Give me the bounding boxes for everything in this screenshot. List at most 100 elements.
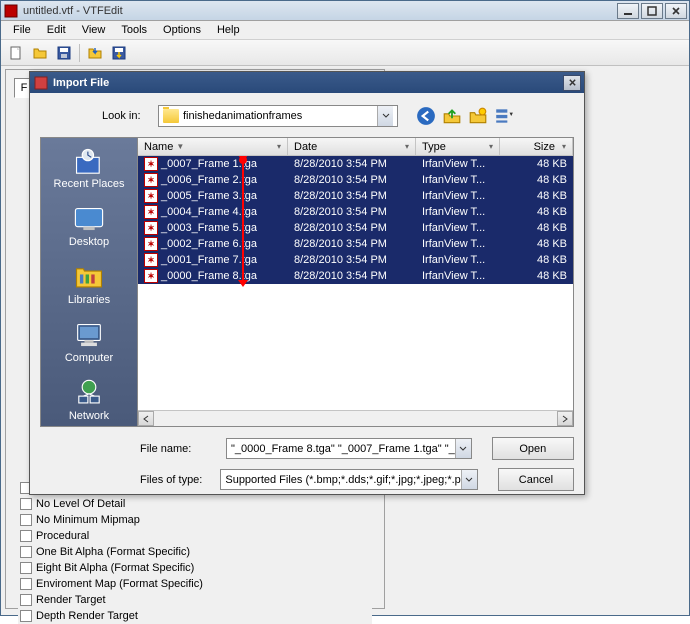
column-date[interactable]: Date ▾	[288, 138, 416, 155]
column-dropdown-icon[interactable]: ▾	[277, 142, 281, 151]
file-size: 48 KB	[500, 174, 573, 186]
checkbox-icon[interactable]	[20, 530, 32, 542]
file-date: 8/28/2010 3:54 PM	[288, 238, 416, 250]
menu-edit[interactable]: Edit	[39, 22, 74, 38]
filename-input[interactable]: "_0000_Frame 8.tga" "_0007_Frame 1.tga" …	[226, 438, 472, 459]
file-type: IrfanView T...	[416, 206, 500, 218]
window-title: untitled.vtf - VTFEdit	[23, 5, 617, 17]
libraries-icon	[72, 262, 106, 292]
file-row[interactable]: ✶_0002_Frame 6.tga8/28/2010 3:54 PMIrfan…	[138, 236, 573, 252]
column-name[interactable]: Name ▼ ▾	[138, 138, 288, 155]
chevron-down-icon[interactable]	[377, 106, 393, 126]
flag-option[interactable]: Depth Render Target	[18, 608, 372, 624]
close-button[interactable]	[665, 3, 687, 19]
menu-tools[interactable]: Tools	[113, 22, 155, 38]
menu-options[interactable]: Options	[155, 22, 209, 38]
place-desktop[interactable]: Desktop	[41, 204, 137, 248]
place-network[interactable]: Network	[41, 378, 137, 422]
file-date: 8/28/2010 3:54 PM	[288, 222, 416, 234]
menu-file[interactable]: File	[5, 22, 39, 38]
checkbox-icon[interactable]	[20, 546, 32, 558]
app-icon	[3, 3, 19, 19]
tga-file-icon: ✶	[144, 173, 158, 187]
file-list[interactable]: ✶_0007_Frame 1.tga8/28/2010 3:54 PMIrfan…	[138, 156, 573, 410]
column-dropdown-icon[interactable]: ▾	[405, 142, 409, 151]
filetype-label: Files of type:	[140, 474, 212, 486]
scroll-left-button[interactable]	[138, 411, 154, 426]
open-button[interactable]	[29, 42, 51, 64]
save-button[interactable]	[53, 42, 75, 64]
checkbox-icon[interactable]	[20, 594, 32, 606]
tga-file-icon: ✶	[144, 253, 158, 267]
lookin-value: finishedanimationframes	[183, 110, 373, 122]
file-date: 8/28/2010 3:54 PM	[288, 206, 416, 218]
file-row[interactable]: ✶_0004_Frame 4.tga8/28/2010 3:54 PMIrfan…	[138, 204, 573, 220]
place-computer[interactable]: Computer	[41, 320, 137, 364]
main-window: untitled.vtf - VTFEdit File Edit View To…	[0, 0, 690, 616]
file-date: 8/28/2010 3:54 PM	[288, 254, 416, 266]
chevron-down-icon[interactable]	[461, 470, 477, 489]
import-button[interactable]	[84, 42, 106, 64]
cancel-button[interactable]: Cancel	[498, 468, 574, 491]
lookin-combo[interactable]: finishedanimationframes	[158, 105, 398, 127]
menu-view[interactable]: View	[74, 22, 114, 38]
column-size[interactable]: Size ▾	[500, 138, 573, 155]
file-type: IrfanView T...	[416, 222, 500, 234]
export-button[interactable]	[108, 42, 130, 64]
checkbox-icon[interactable]	[20, 610, 32, 622]
dialog-titlebar: Import File	[30, 72, 584, 93]
tga-file-icon: ✶	[144, 157, 158, 171]
flag-option[interactable]: Procedural	[18, 528, 372, 544]
filename-label: File name:	[140, 443, 218, 455]
file-type: IrfanView T...	[416, 238, 500, 250]
flag-option[interactable]: No Minimum Mipmap	[18, 512, 372, 528]
dialog-close-button[interactable]	[563, 75, 581, 91]
file-row[interactable]: ✶_0000_Frame 8.tga8/28/2010 3:54 PMIrfan…	[138, 268, 573, 284]
file-size: 48 KB	[500, 270, 573, 282]
scroll-right-button[interactable]	[557, 411, 573, 426]
tga-file-icon: ✶	[144, 269, 158, 283]
file-type: IrfanView T...	[416, 190, 500, 202]
file-row[interactable]: ✶_0007_Frame 1.tga8/28/2010 3:54 PMIrfan…	[138, 156, 573, 172]
flag-option[interactable]: Enviroment Map (Format Specific)	[18, 576, 372, 592]
column-dropdown-icon[interactable]: ▾	[562, 142, 566, 151]
file-size: 48 KB	[500, 190, 573, 202]
column-type[interactable]: Type ▾	[416, 138, 500, 155]
place-recent[interactable]: Recent Places	[41, 146, 137, 190]
file-row[interactable]: ✶_0006_Frame 2.tga8/28/2010 3:54 PMIrfan…	[138, 172, 573, 188]
flag-option[interactable]: Render Target	[18, 592, 372, 608]
flag-label: Depth Render Target	[36, 610, 138, 622]
checkbox-icon[interactable]	[20, 562, 32, 574]
view-menu-button[interactable]	[494, 106, 514, 126]
file-size: 48 KB	[500, 158, 573, 170]
file-date: 8/28/2010 3:54 PM	[288, 158, 416, 170]
import-dialog: Import File Look in: finishedanimationfr…	[29, 71, 585, 495]
flag-label: Enviroment Map (Format Specific)	[36, 578, 203, 590]
checkbox-icon[interactable]	[20, 514, 32, 526]
minimize-button[interactable]	[617, 3, 639, 19]
filetype-combo[interactable]: Supported Files (*.bmp;*.dds;*.gif;*.jpg…	[220, 469, 477, 490]
chevron-down-icon[interactable]	[455, 439, 471, 458]
flag-label: One Bit Alpha (Format Specific)	[36, 546, 190, 558]
checkbox-icon[interactable]	[20, 578, 32, 590]
back-button[interactable]	[416, 106, 436, 126]
up-button[interactable]	[442, 106, 462, 126]
menu-help[interactable]: Help	[209, 22, 248, 38]
dialog-title: Import File	[53, 77, 563, 89]
open-button[interactable]: Open	[492, 437, 574, 460]
flag-option[interactable]: Eight Bit Alpha (Format Specific)	[18, 560, 372, 576]
horizontal-scrollbar[interactable]	[138, 410, 573, 426]
file-row[interactable]: ✶_0003_Frame 5.tga8/28/2010 3:54 PMIrfan…	[138, 220, 573, 236]
flag-label: Eight Bit Alpha (Format Specific)	[36, 562, 194, 574]
file-type: IrfanView T...	[416, 270, 500, 282]
place-libraries[interactable]: Libraries	[41, 262, 137, 306]
file-row[interactable]: ✶_0005_Frame 3.tga8/28/2010 3:54 PMIrfan…	[138, 188, 573, 204]
new-folder-button[interactable]	[468, 106, 488, 126]
new-button[interactable]	[5, 42, 27, 64]
titlebar: untitled.vtf - VTFEdit	[1, 1, 689, 21]
flag-option[interactable]: One Bit Alpha (Format Specific)	[18, 544, 372, 560]
maximize-button[interactable]	[641, 3, 663, 19]
lookin-label: Look in:	[102, 110, 152, 122]
column-dropdown-icon[interactable]: ▾	[489, 142, 493, 151]
file-row[interactable]: ✶_0001_Frame 7.tga8/28/2010 3:54 PMIrfan…	[138, 252, 573, 268]
